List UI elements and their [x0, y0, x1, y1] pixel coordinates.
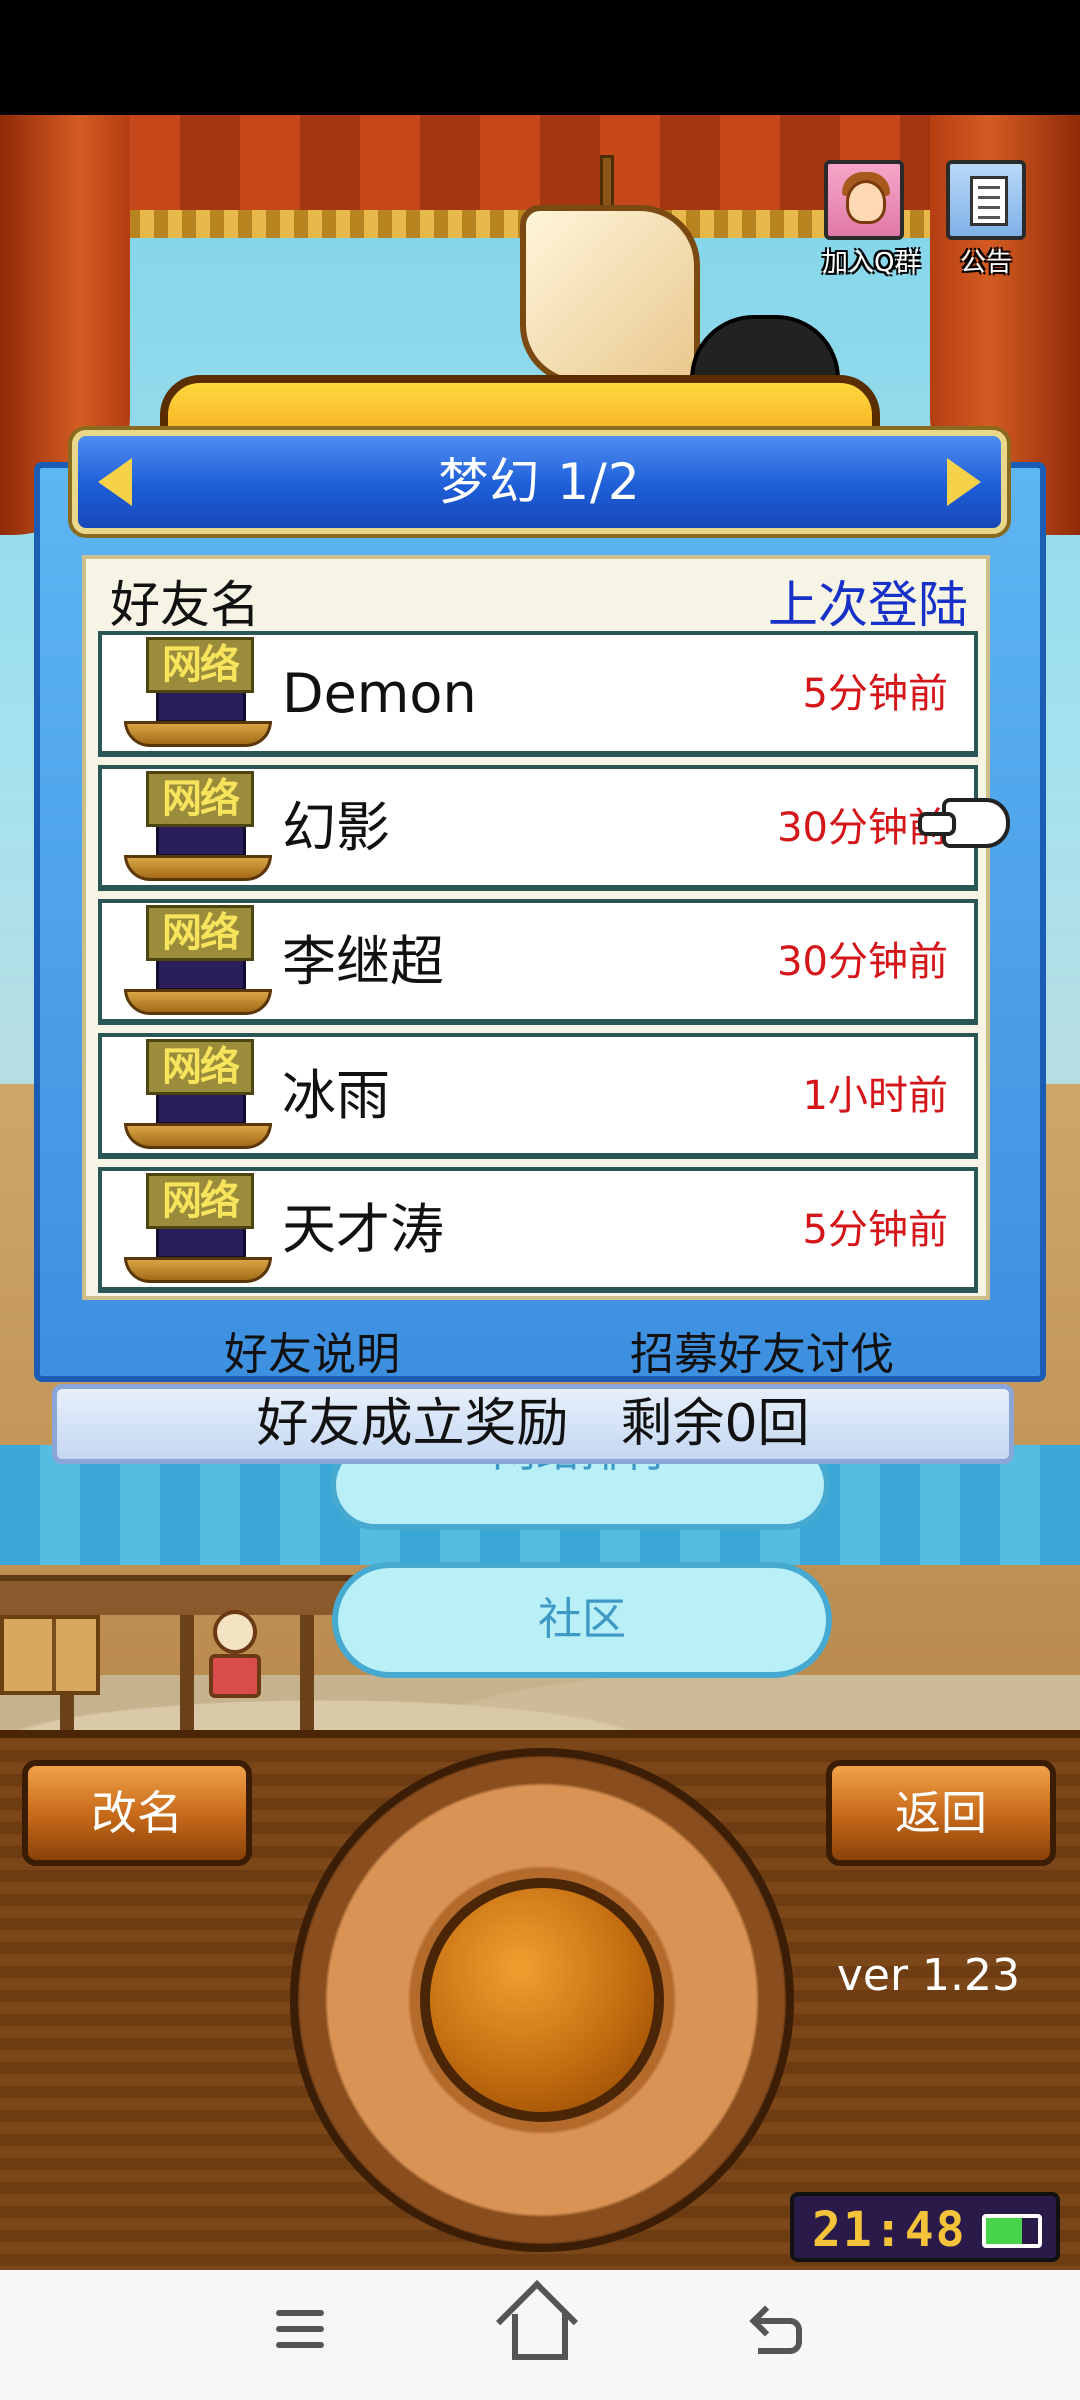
network-badge: 网络: [146, 771, 254, 827]
next-page-arrow-icon[interactable]: [947, 458, 981, 506]
dpad-center-button[interactable]: [420, 1878, 664, 2122]
clock-time: 21:48: [812, 2202, 967, 2258]
network-ship-icon: 网络: [116, 1039, 272, 1157]
cargo-crates: [0, 1615, 100, 1695]
community-label: 社区: [538, 1594, 626, 1645]
friend-last-login: 1小时前: [802, 1073, 948, 1119]
notice-document-icon: [946, 160, 1026, 240]
network-ship-icon: 网络: [116, 637, 272, 755]
list-column-headers: 好友名 上次登陆: [86, 559, 986, 634]
recruit-friends-button[interactable]: 招募好友讨伐: [630, 1318, 894, 1382]
network-badge: 网络: [146, 637, 254, 693]
panel-footer: 好友说明 招募好友讨伐: [82, 1310, 990, 1380]
friend-row[interactable]: 网络 冰雨 1小时前: [98, 1033, 978, 1159]
character-body: [209, 1654, 261, 1698]
battery-icon: [982, 2214, 1042, 2248]
friend-row[interactable]: 网络 天才涛 5分钟前: [98, 1167, 978, 1293]
friend-row[interactable]: 网络 幻影 30分钟前: [98, 765, 978, 891]
friend-name: 冰雨: [282, 1064, 390, 1127]
friend-name: 李继超: [282, 930, 444, 993]
network-ship-icon: 网络: [116, 905, 272, 1023]
network-ship-icon: 网络: [116, 771, 272, 889]
notice-label: 公告: [959, 248, 1012, 278]
dock-leg: [300, 1615, 314, 1730]
notice-button[interactable]: 公告: [944, 160, 1028, 279]
friend-name: 幻影: [282, 796, 390, 859]
column-header-friend-name: 好友名: [110, 576, 260, 634]
ship-sail: [520, 205, 700, 385]
friend-row[interactable]: 网络 李继超 30分钟前: [98, 899, 978, 1025]
sailor-character: [205, 1610, 265, 1700]
document-paper: [970, 176, 1008, 226]
game-clock: 21:48: [790, 2192, 1060, 2262]
back-label: 返回: [895, 1786, 987, 1840]
friend-row[interactable]: 网络 Demon 5分钟前: [98, 631, 978, 757]
panel-title: 梦幻 1/2: [438, 453, 641, 511]
system-nav-bar: [0, 2270, 1080, 2400]
status-bar: [0, 0, 1080, 115]
friend-last-login: 5分钟前: [802, 1207, 948, 1253]
network-badge: 网络: [146, 905, 254, 961]
rocks: [0, 1675, 1080, 1730]
home-icon[interactable]: [505, 2300, 575, 2370]
rename-label: 改名: [91, 1786, 183, 1840]
network-ship-icon: 网络: [116, 1173, 272, 1291]
network-badge: 网络: [146, 1173, 254, 1229]
dock: [0, 1575, 360, 1615]
network-badge: 网络: [146, 1039, 254, 1095]
friend-reward-bar: 好友成立奖励 剩余0回: [52, 1384, 1014, 1464]
back-nav-icon[interactable]: [745, 2300, 815, 2370]
friend-help-button[interactable]: 好友说明: [224, 1318, 400, 1382]
friend-list: 好友名 上次登陆 网络 Demon 5分钟前 网络 幻影 30分钟前 网络 李继…: [82, 555, 990, 1300]
back-button[interactable]: 返回: [826, 1760, 1056, 1866]
qq-group-avatar-icon: [824, 160, 904, 240]
column-header-last-login: 上次登陆: [768, 576, 968, 634]
version-label: ver 1.23: [836, 1950, 1020, 2001]
character-head: [213, 1610, 257, 1654]
community-button[interactable]: 社区: [332, 1562, 832, 1678]
menu-icon[interactable]: [265, 2300, 335, 2370]
dock-leg: [180, 1615, 194, 1730]
avatar-face: [846, 180, 886, 224]
friend-last-login: 30分钟前: [777, 939, 948, 985]
friend-name: Demon: [282, 662, 477, 725]
rename-button[interactable]: 改名: [22, 1760, 252, 1866]
join-qq-group-button[interactable]: 加入Q群: [822, 160, 921, 279]
friend-last-login: 5分钟前: [802, 671, 948, 717]
join-qq-group-label: 加入Q群: [822, 248, 921, 278]
panel-header: 梦幻 1/2: [72, 430, 1007, 534]
pointer-hand-icon: [918, 798, 1010, 848]
friend-name: 天才涛: [282, 1198, 444, 1261]
